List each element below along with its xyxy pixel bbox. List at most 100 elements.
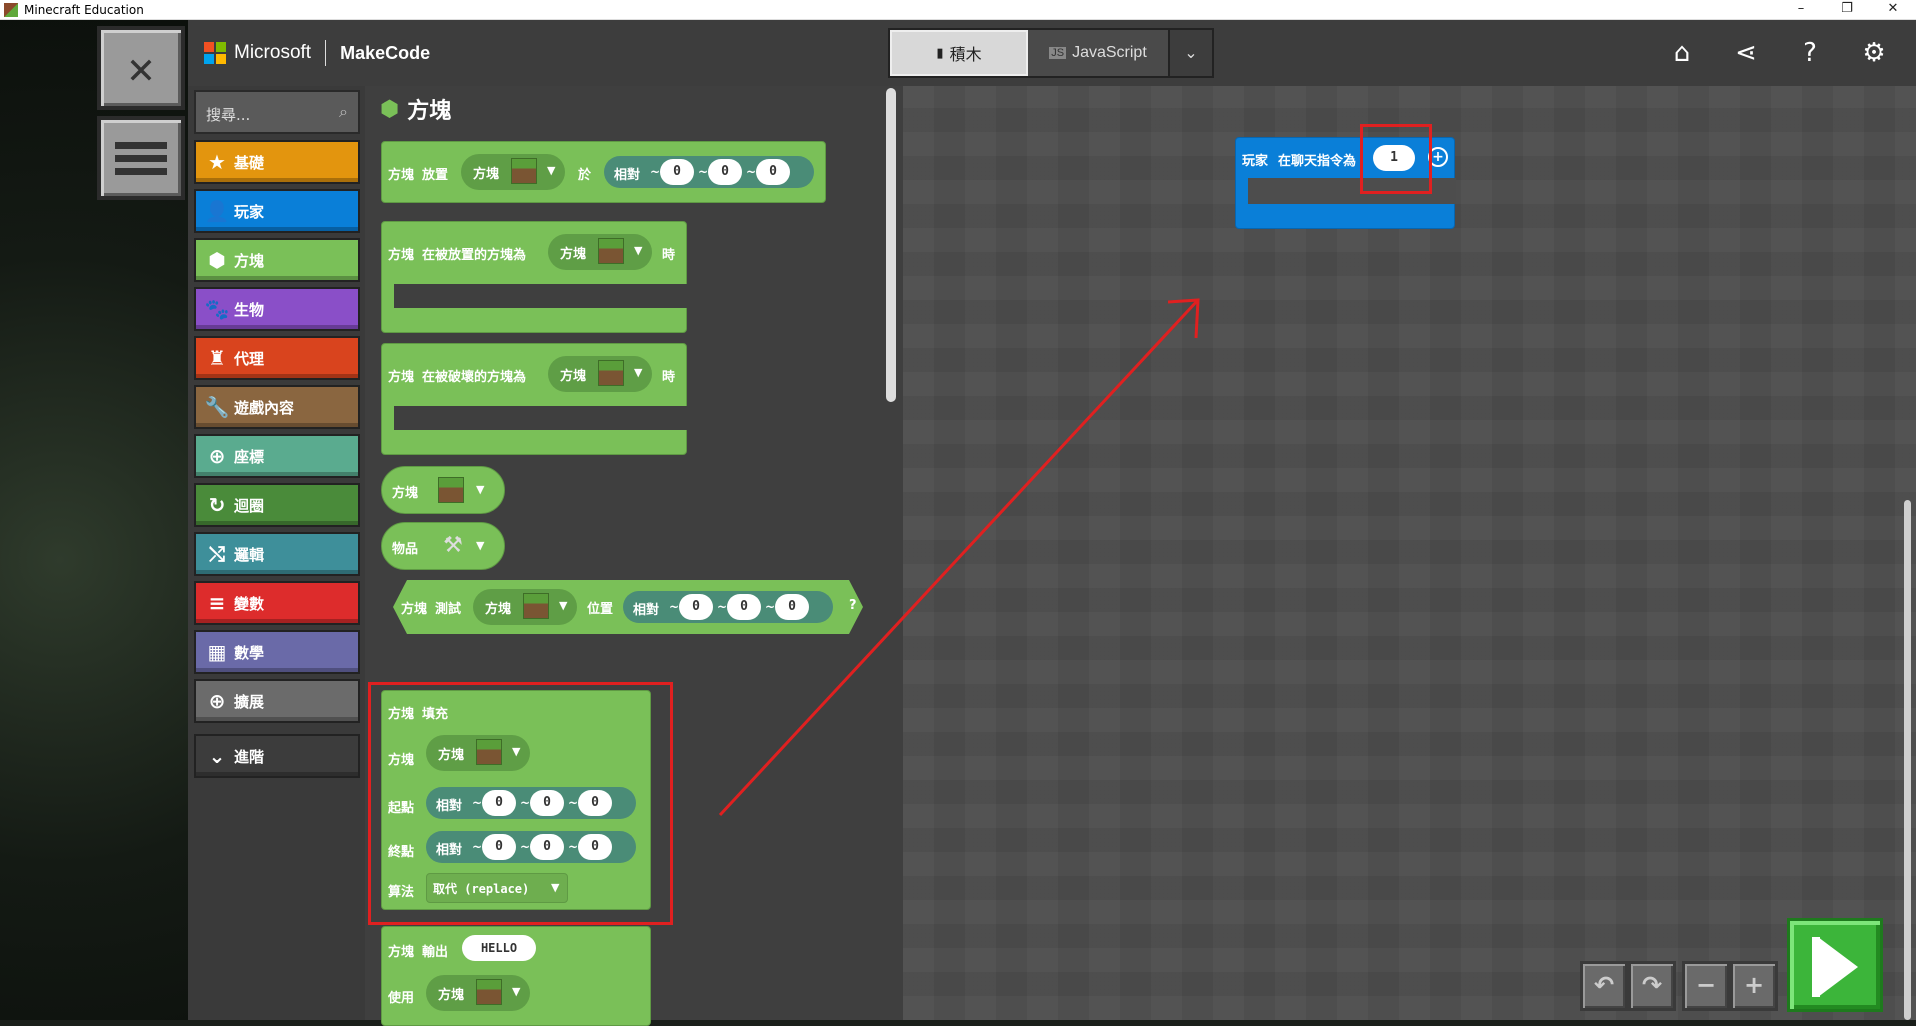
advanced-icon: ⌄	[208, 744, 226, 768]
pickaxe-icon: ⚒	[443, 533, 463, 558]
agent-icon: ♜	[208, 346, 226, 370]
player-icon: 👤	[204, 199, 230, 223]
position-label: 相對	[614, 168, 641, 183]
block-text: 時	[662, 370, 676, 385]
item-reporter[interactable]: 物品 ⚒ ▼	[381, 522, 505, 570]
category-label: 代理	[234, 349, 265, 368]
category-label: 生物	[234, 300, 265, 319]
category-gameplay[interactable]: 🔧 遊戲內容	[194, 385, 360, 429]
close-window-button[interactable]: ✕	[1870, 0, 1916, 20]
undo-button[interactable]: ↶	[1580, 961, 1628, 1011]
highlight-box-fill-block	[368, 682, 673, 925]
math-icon: ▦	[207, 640, 227, 664]
brand-divider	[325, 40, 327, 66]
menu-button[interactable]	[97, 116, 185, 200]
tilde: ~	[669, 600, 680, 614]
category-loops[interactable]: ↻ 迴圈	[194, 483, 360, 527]
statement-slot	[394, 284, 688, 308]
help-icon[interactable]: ?	[1778, 38, 1842, 68]
category-variables[interactable]: ≡ 變數	[194, 581, 360, 625]
number-input[interactable]: 0	[660, 159, 694, 185]
settings-icon[interactable]: ⚙	[1842, 38, 1906, 68]
statement-slot	[394, 406, 688, 430]
block-dropdown[interactable]: 方塊 ▼	[548, 234, 652, 270]
tab-javascript[interactable]: JS JavaScript	[1028, 30, 1168, 76]
position-reporter[interactable]: 相對 ~ 0 ~ 0 ~ 0	[604, 156, 814, 188]
caret-down-icon: ▼	[634, 244, 643, 257]
close-code-builder-button[interactable]: ✕	[97, 26, 185, 110]
zoom-in-icon: +	[1743, 971, 1765, 999]
category-mobs[interactable]: 🐾 生物	[194, 287, 360, 331]
caret-down-icon: ▼	[512, 985, 521, 998]
search-icon: ⌕	[339, 102, 348, 121]
extensions-icon: ⊕	[208, 689, 226, 713]
workspace-scrollbar[interactable]	[1904, 500, 1911, 1020]
category-math[interactable]: ▦ 數學	[194, 630, 360, 674]
minimize-button[interactable]: –	[1778, 0, 1824, 20]
puzzle-icon: ▮	[936, 45, 944, 60]
block-dropdown[interactable]: 方塊 ▼	[548, 356, 652, 392]
js-icon: JS	[1049, 47, 1067, 59]
tilde: ~	[746, 165, 757, 179]
dropdown-label: 方塊	[560, 369, 587, 384]
block-text: 方塊	[388, 248, 415, 263]
search-placeholder: 搜尋...	[206, 106, 251, 124]
home-icon[interactable]: ⌂	[1650, 38, 1714, 68]
block-text: 輸出	[422, 945, 449, 960]
number-input[interactable]: 0	[756, 159, 790, 185]
editor-mode-switch: ▮ 積木 JS JavaScript ⌄	[888, 28, 1214, 78]
block-reporter[interactable]: 方塊 ▼	[381, 466, 505, 514]
category-label: 進階	[234, 747, 265, 766]
block-dropdown[interactable]: 方塊 ▼	[461, 154, 565, 190]
category-advanced[interactable]: ⌄ 進階	[194, 734, 360, 778]
block-text: 在被放置的方塊為	[422, 248, 527, 263]
block-text: 位置	[587, 602, 614, 617]
block-place[interactable]: 方塊 放置 方塊 ▼ 於 相對 ~ 0 ~ 0 ~ 0	[381, 141, 826, 203]
zoom-out-button[interactable]: −	[1682, 961, 1730, 1011]
category-blocks[interactable]: ⬢ 方塊	[194, 238, 360, 282]
block-print[interactable]: 方塊 輸出 HELLO 使用 方塊 ▼	[381, 926, 651, 1026]
category-label: 座標	[234, 447, 265, 466]
block-text: 在聊天指令為	[1278, 154, 1357, 169]
number-input[interactable]: 0	[708, 159, 742, 185]
positions-icon: ⊕	[208, 444, 226, 468]
category-player[interactable]: 👤 玩家	[194, 189, 360, 233]
tab-blocks-label: 積木	[949, 47, 982, 64]
redo-button[interactable]: ↷	[1628, 961, 1676, 1011]
zoom-in-button[interactable]: +	[1730, 961, 1778, 1011]
category-label: 迴圈	[234, 496, 265, 515]
block-text: 在被破壞的方塊為	[422, 370, 527, 385]
annotation-arrow	[718, 298, 1200, 817]
block-text: 於	[578, 168, 592, 183]
block-text: 方塊	[388, 945, 415, 960]
category-label: 變數	[234, 594, 265, 613]
tab-blocks[interactable]: ▮ 積木	[890, 30, 1028, 76]
redo-icon: ↷	[1641, 971, 1663, 999]
search-input[interactable]: 搜尋... ⌕	[194, 90, 360, 134]
dropdown-label: 方塊	[485, 602, 512, 617]
category-agent[interactable]: ♜ 代理	[194, 336, 360, 380]
grass-block-icon	[476, 979, 502, 1005]
makecode-header: Microsoft MakeCode ▮ 積木 JS JavaScript ⌄ …	[188, 20, 1916, 86]
text-input[interactable]: HELLO	[462, 935, 536, 961]
tab-javascript-label: JavaScript	[1072, 44, 1147, 61]
category-label: 遊戲內容	[234, 398, 295, 417]
caret-down-icon: ▼	[634, 366, 643, 379]
block-on-placed[interactable]: 方塊 在被放置的方塊為 方塊 ▼ 時	[381, 221, 688, 333]
block-on-broken[interactable]: 方塊 在被破壞的方塊為 方塊 ▼ 時	[381, 343, 688, 455]
category-logic[interactable]: ⤭ 邏輯	[194, 532, 360, 576]
app-icon	[4, 2, 18, 17]
caret-down-icon: ▼	[547, 164, 556, 177]
grass-block-icon	[598, 360, 624, 386]
category-positions[interactable]: ⊕ 座標	[194, 434, 360, 478]
block-text: 使用	[388, 991, 415, 1006]
run-code-button[interactable]	[1787, 918, 1883, 1012]
share-icon[interactable]: ⋖	[1714, 38, 1778, 68]
mode-dropdown-button[interactable]: ⌄	[1168, 30, 1212, 76]
category-extensions[interactable]: ⊕ 擴展	[194, 679, 360, 723]
block-dropdown[interactable]: 方塊 ▼	[426, 975, 530, 1011]
cube-icon: ⬢	[380, 96, 400, 122]
category-basic[interactable]: ★ 基礎	[194, 140, 360, 184]
block-dropdown[interactable]: 方塊 ▼	[473, 589, 577, 625]
restore-button[interactable]: ❐	[1824, 0, 1870, 20]
